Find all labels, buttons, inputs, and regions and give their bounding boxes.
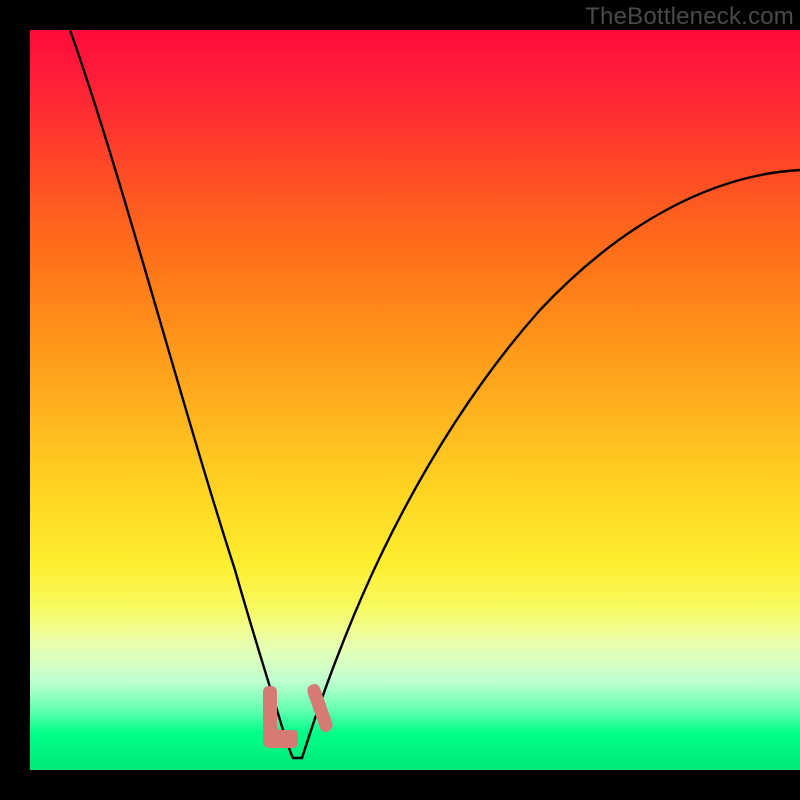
frame-left	[0, 0, 30, 800]
marker-l-icon	[263, 686, 298, 748]
frame-bottom	[0, 770, 800, 800]
chart-frame: TheBottleneck.com	[30, 0, 800, 770]
bottleneck-curve	[70, 30, 800, 758]
marker-tick-icon	[307, 684, 332, 732]
curve-svg	[30, 30, 800, 770]
attribution-label: TheBottleneck.com	[585, 3, 794, 31]
plot-area	[30, 30, 800, 770]
